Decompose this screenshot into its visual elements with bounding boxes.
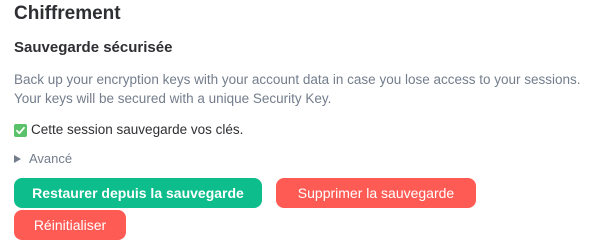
encryption-settings-panel: Chiffrement Sauvegarde sécurisée Back up… [14,0,594,240]
secure-backup-description: Back up your encryption keys with your a… [14,72,581,106]
disclosure-triangle-icon [14,155,21,163]
backup-status-text: Cette session sauvegarde vos clés. [31,122,244,137]
delete-backup-button[interactable]: Supprimer la sauvegarde [276,178,476,208]
secure-backup-title: Sauvegarde sécurisée [14,39,173,56]
backup-status: Cette session sauvegarde vos clés. [14,121,594,139]
reset-button[interactable]: Réinitialiser [14,210,126,240]
restore-backup-button[interactable]: Restaurer depuis la sauvegarde [14,178,262,208]
advanced-toggle[interactable]: Avancé [14,150,594,168]
backup-actions: Restaurer depuis la sauvegarde Supprimer… [14,178,594,240]
check-icon [14,123,27,137]
section-title: Chiffrement [14,3,121,24]
advanced-label: Avancé [29,151,73,166]
